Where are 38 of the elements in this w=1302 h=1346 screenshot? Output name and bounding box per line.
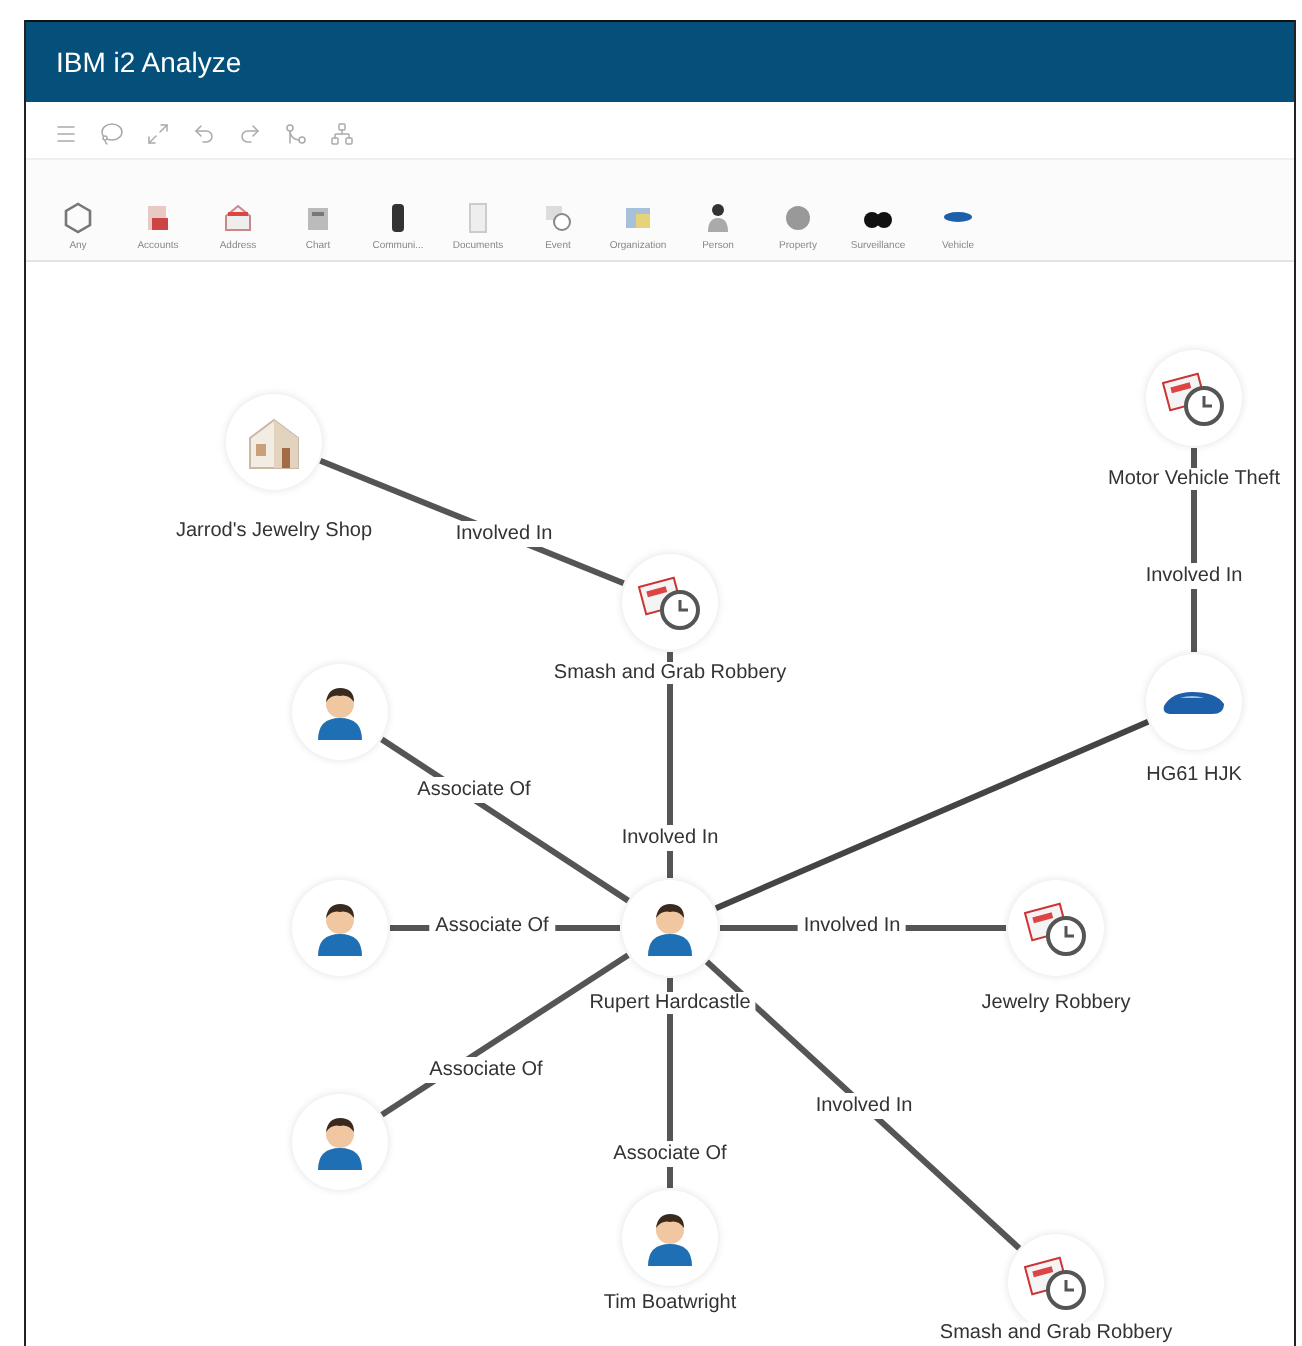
node-label: Jewelry Robbery xyxy=(977,992,1135,1014)
link-label: Associate Of xyxy=(411,777,537,803)
node-label: Smash and Grab Robbery xyxy=(935,1322,1177,1344)
organization-icon xyxy=(624,202,652,234)
node-circle[interactable] xyxy=(1146,350,1242,446)
node-circle[interactable] xyxy=(622,1190,718,1286)
sphere-icon xyxy=(784,202,812,234)
house-icon xyxy=(244,414,304,470)
node-circle[interactable] xyxy=(622,880,718,976)
node-circle[interactable] xyxy=(292,880,388,976)
hexagon-icon xyxy=(64,202,92,234)
node-circle[interactable] xyxy=(622,554,718,650)
person-icon xyxy=(644,1210,696,1266)
node-label: Rupert Hardcastle xyxy=(585,992,755,1014)
account-icon xyxy=(144,202,172,234)
person-icon xyxy=(314,1114,366,1170)
car-icon xyxy=(944,212,972,222)
link-label: Associate Of xyxy=(423,1057,549,1083)
chart-icon xyxy=(304,202,332,234)
link-label: Associate Of xyxy=(607,1141,733,1167)
car-icon xyxy=(1160,686,1228,718)
node-label: Tim Boatwright xyxy=(599,1292,741,1314)
node-circle[interactable] xyxy=(292,1094,388,1190)
document-icon xyxy=(464,202,492,234)
node-label: Jarrod's Jewelry Shop xyxy=(171,520,377,542)
person-icon xyxy=(644,900,696,956)
node-circle[interactable] xyxy=(292,664,388,760)
node-circle[interactable] xyxy=(1008,880,1104,976)
node-circle[interactable] xyxy=(226,394,322,490)
house-icon xyxy=(224,202,252,234)
person-icon xyxy=(314,900,366,956)
person-icon xyxy=(704,202,732,234)
app-title: IBM i2 Analyze xyxy=(56,46,242,78)
node-circle[interactable] xyxy=(1146,654,1242,750)
node-label: Motor Vehicle Theft xyxy=(1104,468,1284,490)
person-icon xyxy=(314,684,366,740)
node-label: Smash and Grab Robbery xyxy=(549,662,791,684)
node-label: HG61 HJK xyxy=(1142,764,1246,786)
